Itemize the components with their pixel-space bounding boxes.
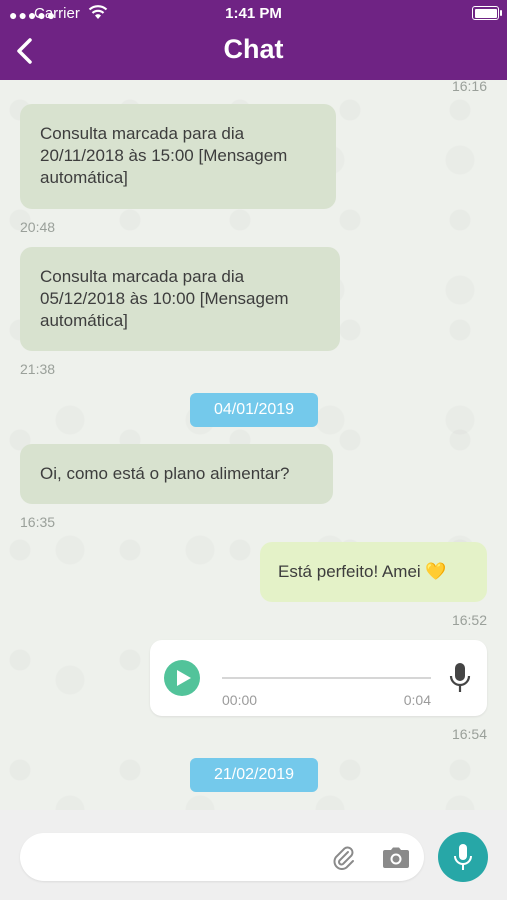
message-timestamp: 16:54 <box>451 726 487 742</box>
message-input[interactable] <box>38 833 332 883</box>
audio-progress-track[interactable] <box>222 677 431 679</box>
date-separator: 21/02/2019 <box>190 758 318 792</box>
message-timestamp: 16:16 <box>451 80 487 94</box>
date-separator: 04/01/2019 <box>190 393 318 427</box>
message-composer <box>0 810 507 900</box>
message-text: Consulta marcada para dia 20/11/2018 às … <box>40 124 288 187</box>
chat-thread[interactable]: 16:16 Consulta marcada para dia 20/11/20… <box>0 80 507 810</box>
message-timestamp: 21:38 <box>20 361 56 377</box>
message-field[interactable] <box>20 833 424 883</box>
page-title: Chat <box>223 34 284 64</box>
record-audio-button[interactable] <box>438 832 488 882</box>
microphone-icon <box>449 663 471 692</box>
message-text: Está perfeito! Amei 💛 <box>278 562 447 581</box>
play-icon[interactable] <box>164 660 200 696</box>
audio-message: 00:00 0:04 <box>150 640 487 716</box>
microphone-icon <box>454 844 472 870</box>
clock: 1:41 PM <box>225 5 282 22</box>
message-timestamp: 16:35 <box>20 514 56 530</box>
battery-icon <box>472 6 502 20</box>
incoming-message: Consulta marcada para dia 05/12/2018 às … <box>20 247 340 351</box>
camera-icon[interactable] <box>382 847 410 869</box>
incoming-message: Oi, como está o plano alimentar? <box>20 444 333 504</box>
incoming-message: Consulta marcada para dia 20/11/2018 às … <box>20 104 336 209</box>
status-bar: ●●●●● Carrier 1:41 PM <box>0 0 507 28</box>
message-text: Oi, como está o plano alimentar? <box>40 464 290 483</box>
message-text: Consulta marcada para dia 05/12/2018 às … <box>40 267 289 330</box>
audio-duration: 0:04 <box>403 692 431 708</box>
message-timestamp: 20:48 <box>20 219 56 235</box>
header-bar: ●●●●● Carrier 1:41 PM Chat <box>0 0 507 80</box>
audio-elapsed: 00:00 <box>222 692 258 708</box>
outgoing-message: Está perfeito! Amei 💛 <box>260 542 487 602</box>
message-timestamp: 16:52 <box>451 612 487 628</box>
paperclip-icon[interactable] <box>332 845 356 871</box>
